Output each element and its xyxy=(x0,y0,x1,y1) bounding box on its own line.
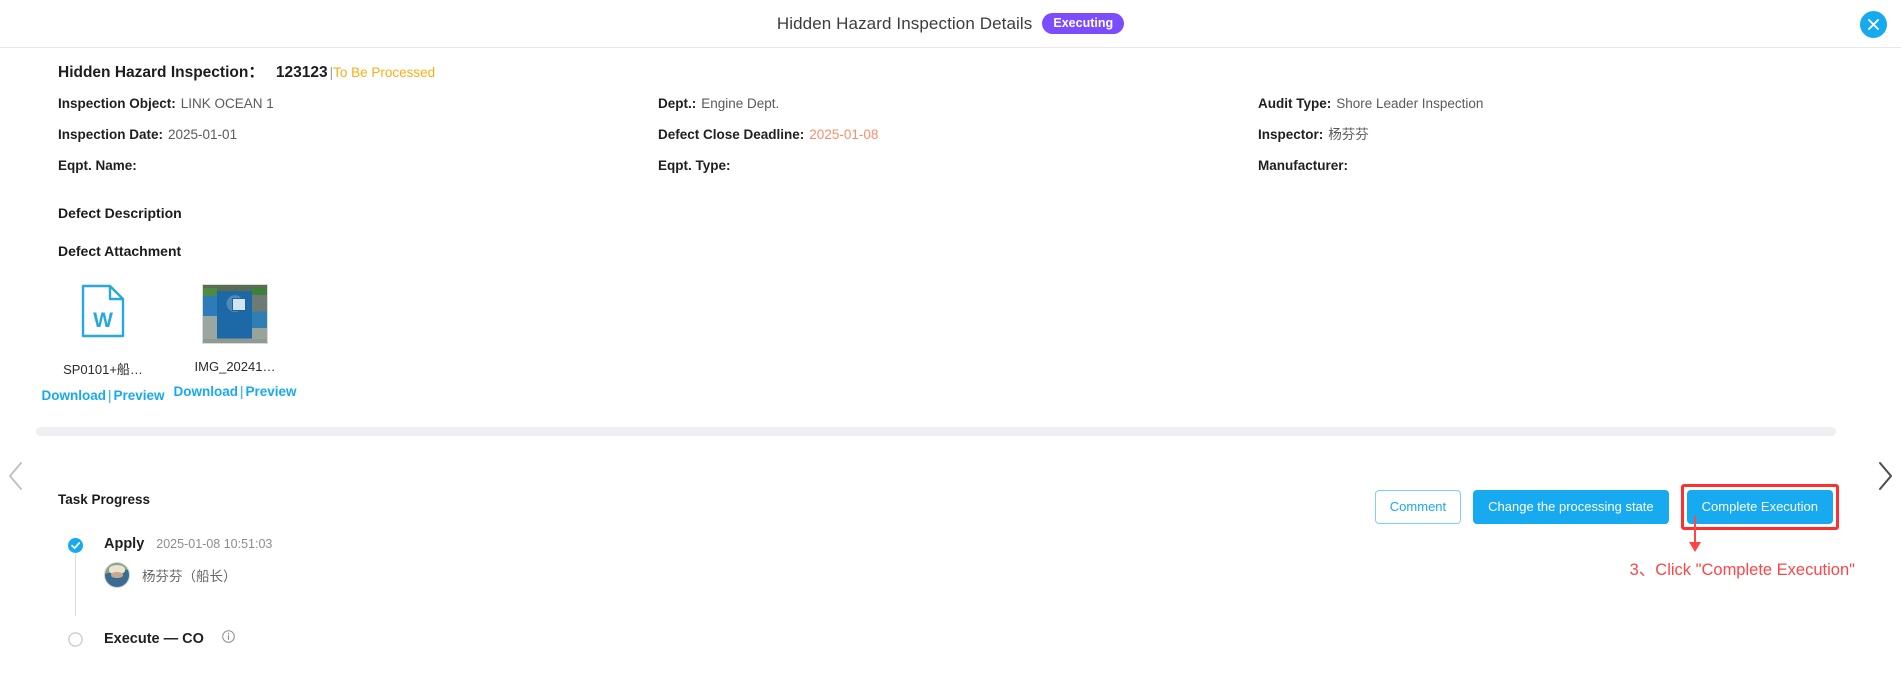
timeline-step-person: 杨芬芬（船长） xyxy=(104,562,272,588)
field-audit-type: Audit Type: Shore Leader Inspection xyxy=(1258,96,1848,112)
headline-label: Hidden Hazard Inspection： xyxy=(58,64,264,81)
attachment-download-link[interactable]: Download xyxy=(173,384,238,399)
field-label: Eqpt. Name: xyxy=(58,158,137,174)
field-label: Defect Close Deadline: xyxy=(658,127,805,143)
timeline-step-header: Execute — CO xyxy=(104,630,272,647)
task-progress-title: Task Progress xyxy=(58,492,151,507)
prev-record-button[interactable] xyxy=(2,460,30,496)
attachment-thumbnail[interactable]: W xyxy=(65,281,141,347)
task-progress-timeline: Apply 2025-01-08 10:51:03 杨芬芬（船长） Execut… xyxy=(68,536,272,647)
field-inspection-date: Inspection Date: 2025-01-01 xyxy=(58,127,658,143)
attachment-link-separator: | xyxy=(107,387,112,403)
step-name: Apply xyxy=(104,536,145,552)
photo-screen-detail xyxy=(231,298,246,312)
comment-button[interactable]: Comment xyxy=(1374,490,1462,524)
inspection-code: 123123 xyxy=(275,64,328,81)
field-manufacturer: Manufacturer: xyxy=(1258,158,1848,174)
horizontal-scrollbar[interactable] xyxy=(36,427,1836,436)
attachment-preview-link[interactable]: Preview xyxy=(245,384,296,399)
field-value: Shore Leader Inspection xyxy=(1336,96,1484,111)
field-label: Inspection Object: xyxy=(58,96,176,111)
avatar xyxy=(104,562,130,588)
timeline-step-header: Apply 2025-01-08 10:51:03 xyxy=(104,536,272,552)
dialog-titlebar: Hidden Hazard Inspection Details Executi… xyxy=(0,0,1901,48)
field-value: Engine Dept. xyxy=(701,96,780,111)
attachment-download-link[interactable]: Download xyxy=(41,388,106,403)
attachment-thumbnail[interactable] xyxy=(197,281,273,347)
complete-execution-highlight: Complete Execution xyxy=(1680,484,1839,530)
hidden-hazard-inspection-details-dialog: Hidden Hazard Inspection Details Executi… xyxy=(0,0,1901,680)
attachment-actions: Download | Preview xyxy=(41,388,164,403)
field-label: Inspector: xyxy=(1258,127,1324,143)
attachment-name: SP0101+船… xyxy=(63,361,143,377)
svg-text:W: W xyxy=(93,309,113,332)
chevron-right-icon xyxy=(1876,461,1894,496)
dialog-body: Hidden Hazard Inspection： 123123 | To Be… xyxy=(0,48,1901,403)
field-label: Dept.: xyxy=(658,96,697,111)
chevron-left-icon xyxy=(7,461,25,496)
complete-execution-button[interactable]: Complete Execution xyxy=(1686,490,1833,524)
task-action-bar: Comment Change the processing state Comp… xyxy=(1374,484,1839,530)
defect-attachment-title: Defect Attachment xyxy=(58,242,182,259)
attachment-item: W SP0101+船… Download | Preview xyxy=(41,281,165,403)
field-eqpt-name: Eqpt. Name: xyxy=(58,158,658,174)
word-file-icon: W xyxy=(81,284,125,343)
field-value: 2025-01-01 xyxy=(168,127,238,143)
step-name: Execute — CO xyxy=(104,631,204,647)
field-dept: Dept.: Engine Dept. xyxy=(658,96,1258,112)
field-label: Eqpt. Type: xyxy=(658,158,731,174)
defect-description-title: Defect Description xyxy=(58,204,182,221)
attachment-item: IMG_20241… Download | Preview xyxy=(173,281,297,403)
inspection-info-grid: Inspection Object: LINK OCEAN 1 Dept.: Eng… xyxy=(58,96,1848,175)
annotation-arrow-icon xyxy=(1687,516,1703,561)
attachment-actions: Download | Preview xyxy=(173,384,296,399)
step-pending-icon xyxy=(68,632,83,647)
next-record-button[interactable] xyxy=(1871,460,1899,496)
field-label: Audit Type: xyxy=(1258,96,1332,111)
step-person-name: 杨芬芬（船长） xyxy=(142,569,237,584)
timeline-connector xyxy=(75,554,76,616)
close-button[interactable] xyxy=(1860,11,1887,38)
field-value: 杨芬芬 xyxy=(1328,127,1369,143)
step-timestamp: 2025-01-08 10:51:03 xyxy=(156,537,273,551)
status-badge: Executing xyxy=(1042,12,1125,35)
attachment-link-separator: | xyxy=(239,383,244,399)
timeline-step-execute: Execute — CO xyxy=(68,630,272,647)
field-label: Inspection Date: xyxy=(58,127,164,143)
image-thumbnail xyxy=(202,283,268,344)
field-defect-close-deadline: Defect Close Deadline: 2025-01-08 xyxy=(658,127,1258,143)
headline-state: To Be Processed xyxy=(333,65,436,80)
info-circle-icon[interactable] xyxy=(222,630,235,643)
field-inspection-object: Inspection Object: LINK OCEAN 1 xyxy=(58,96,658,112)
field-value: 2025-01-08 xyxy=(809,127,879,143)
close-icon xyxy=(1867,18,1880,31)
timeline-step-apply: Apply 2025-01-08 10:51:03 杨芬芬（船长） xyxy=(68,536,272,616)
titlebar-content: Hidden Hazard Inspection Details Executi… xyxy=(776,12,1125,35)
field-label: Manufacturer: xyxy=(1258,158,1349,174)
attachment-preview-link[interactable]: Preview xyxy=(113,388,164,403)
annotation-text: 3、Click "Complete Execution" xyxy=(1629,561,1855,579)
attachment-name: IMG_20241… xyxy=(194,358,276,374)
change-processing-state-button[interactable]: Change the processing state xyxy=(1473,490,1669,524)
field-eqpt-type: Eqpt. Type: xyxy=(658,158,1258,174)
field-inspector: Inspector: 杨芬芬 xyxy=(1258,127,1848,143)
defect-attachment-list: W SP0101+船… Download | Preview IMG_20241… xyxy=(41,281,1901,403)
inspection-headline: Hidden Hazard Inspection： 123123 | To Be… xyxy=(58,60,1901,82)
page-title: Hidden Hazard Inspection Details xyxy=(776,13,1033,33)
field-value: LINK OCEAN 1 xyxy=(180,96,274,111)
step-completed-icon xyxy=(68,538,83,553)
